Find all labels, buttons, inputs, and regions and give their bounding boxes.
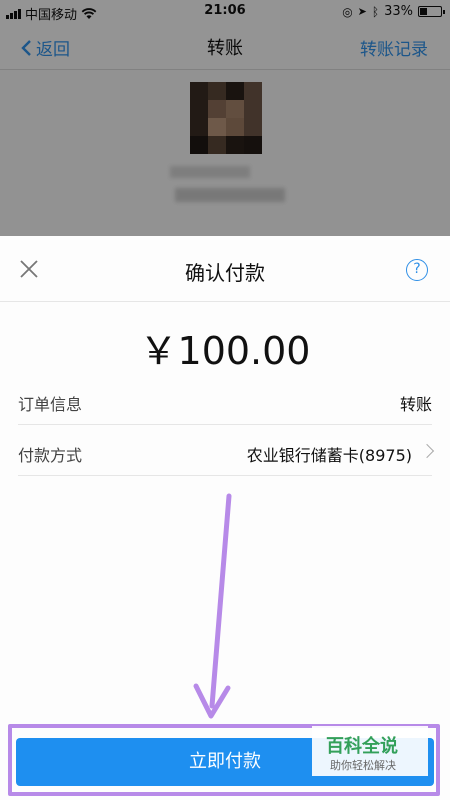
payment-method-row[interactable]: 付款方式 农业银行储蓄卡(8975) [18,429,435,476]
order-info-value: 转账 [399,395,432,414]
chevron-right-icon [419,443,435,459]
payment-method-label: 付款方式 [18,446,83,465]
confirm-payment-sheet: 确认付款 ? ￥100.00 订单信息 转账 付款方式 农业银行储蓄卡(8975… [0,236,450,800]
watermark-title: 百科全说 [326,736,398,757]
help-icon[interactable]: ? [406,259,428,281]
sheet-title: 确认付款 [185,261,265,285]
watermark-logo: 百科全说 助你轻松解决 [312,726,428,776]
payment-method-value: 农业银行储蓄卡(8975) [246,446,412,465]
watermark-subtitle: 助你轻松解决 [330,759,396,772]
payment-amount: ￥100.00 [139,329,311,373]
sheet-header: 确认付款 ? [0,236,450,302]
order-info-row: 订单信息 转账 [18,378,432,425]
order-info-label: 订单信息 [18,395,83,414]
